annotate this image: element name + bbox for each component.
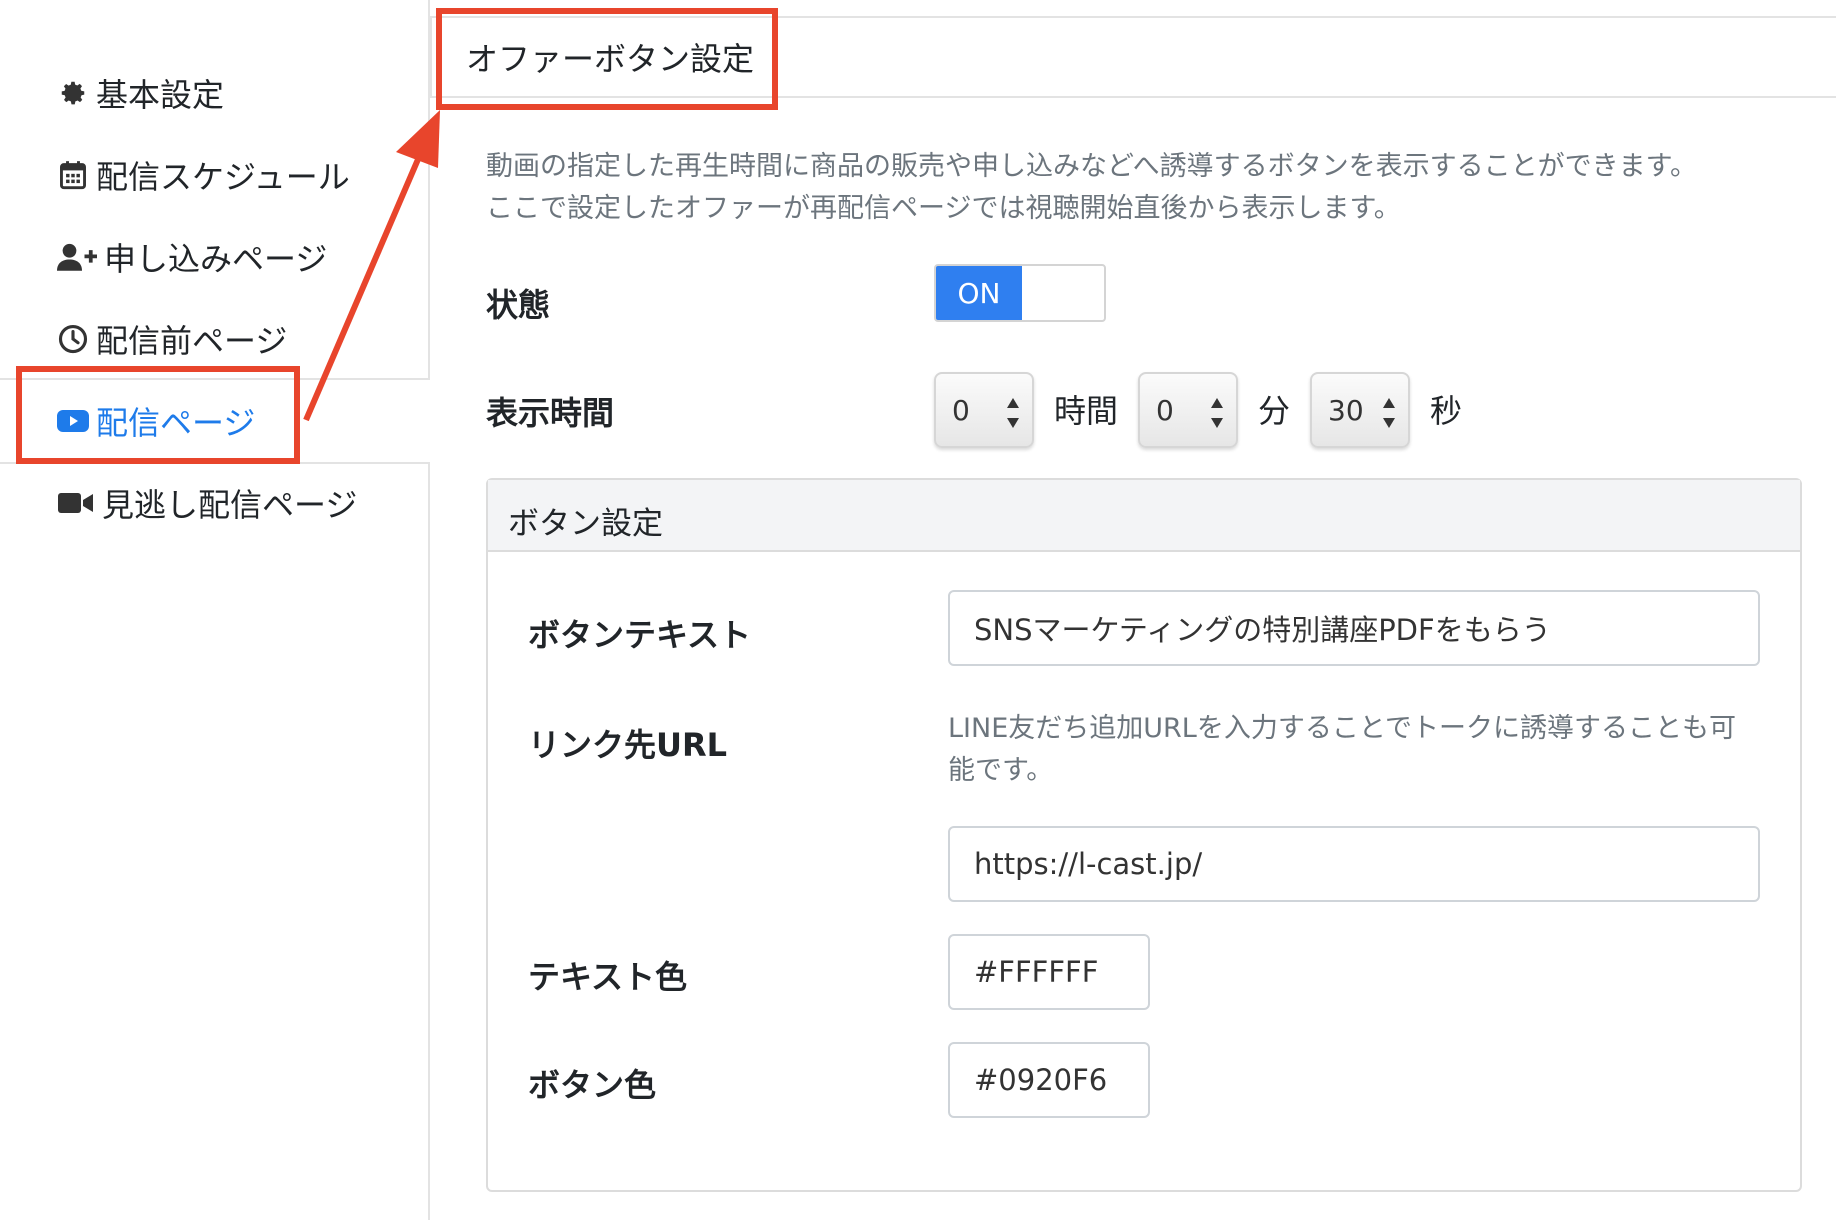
display-time-label: 表示時間: [486, 394, 615, 432]
button-color-label: ボタン色: [528, 1066, 657, 1104]
hours-stepper[interactable]: 0: [934, 372, 1034, 448]
minutes-stepper[interactable]: 0: [1138, 372, 1238, 448]
status-toggle[interactable]: ON: [934, 264, 1106, 322]
hours-unit: 時間: [1054, 392, 1119, 430]
button-text-input[interactable]: SNSマーケティングの特別講座PDFをもらう: [948, 590, 1760, 666]
sidebar-item-pre-stream-page[interactable]: 配信前ページ: [56, 314, 287, 364]
link-url-help: LINE友だち追加URLを入力することでトークに誘導することも可 能です。: [948, 708, 1758, 792]
seconds-stepper[interactable]: 30: [1310, 372, 1410, 448]
sidebar-item-label: 配信前ページ: [96, 322, 288, 360]
seconds-unit: 秒: [1430, 392, 1463, 430]
toggle-on-label: ON: [936, 266, 1022, 320]
hours-value: 0: [952, 394, 970, 427]
link-url-input[interactable]: https://l-cast.jp/: [948, 826, 1760, 902]
user-plus-icon: [56, 240, 98, 274]
button-text-label: ボタンテキスト: [528, 616, 752, 654]
description-line: 動画の指定した再生時間に商品の販売や申し込みなどへ誘導するボタンを表示することが…: [486, 151, 1697, 182]
sidebar-item-registration-page[interactable]: 申し込みページ: [56, 232, 327, 282]
sidebar-item-basic-settings[interactable]: 基本設定: [56, 68, 224, 118]
help-line: LINE友だち追加URLを入力することでトークに誘導することも可: [948, 713, 1737, 744]
description-line: ここで設定したオファーが再配信ページでは視聴開始直後から表示します。: [486, 193, 1401, 224]
sidebar-divider: [428, 462, 430, 1220]
text-color-label: テキスト色: [528, 958, 688, 996]
description: 動画の指定した再生時間に商品の販売や申し込みなどへ誘導するボタンを表示することが…: [486, 146, 1806, 230]
header-border: [430, 16, 432, 98]
minutes-value: 0: [1156, 394, 1174, 427]
sidebar: 基本設定 配信スケジュール 申し込みページ 配信前ページ 配信ページ 見逃し配信…: [0, 0, 428, 1220]
status-label: 状態: [486, 286, 551, 324]
sidebar-item-schedule[interactable]: 配信スケジュール: [56, 150, 350, 200]
stepper-arrows-icon[interactable]: [1210, 396, 1224, 430]
stepper-arrows-icon[interactable]: [1382, 396, 1396, 430]
button-color-input[interactable]: #0920F6: [948, 1042, 1150, 1118]
link-url-label: リンク先URL: [528, 726, 728, 764]
clock-icon: [56, 322, 90, 356]
sidebar-item-label: 配信スケジュール: [96, 158, 350, 196]
sidebar-item-label: 基本設定: [96, 76, 225, 114]
help-line: 能です。: [948, 755, 1054, 786]
sidebar-item-label: 申し込みページ: [104, 240, 328, 278]
video-camera-icon: [56, 486, 96, 520]
annotation-highlight-sidebar: [16, 366, 300, 464]
calendar-icon: [56, 158, 90, 192]
card-title: ボタン設定: [508, 506, 663, 542]
text-color-input[interactable]: #FFFFFF: [948, 934, 1150, 1010]
seconds-value: 30: [1328, 394, 1364, 427]
sidebar-item-label: 見逃し配信ページ: [102, 486, 358, 524]
annotation-highlight-title: [436, 8, 778, 110]
stepper-arrows-icon[interactable]: [1006, 396, 1020, 430]
card-header: ボタン設定: [488, 480, 1800, 552]
gear-icon: [56, 76, 90, 110]
sidebar-item-archive-page[interactable]: 見逃し配信ページ: [56, 478, 357, 528]
minutes-unit: 分: [1258, 392, 1291, 430]
